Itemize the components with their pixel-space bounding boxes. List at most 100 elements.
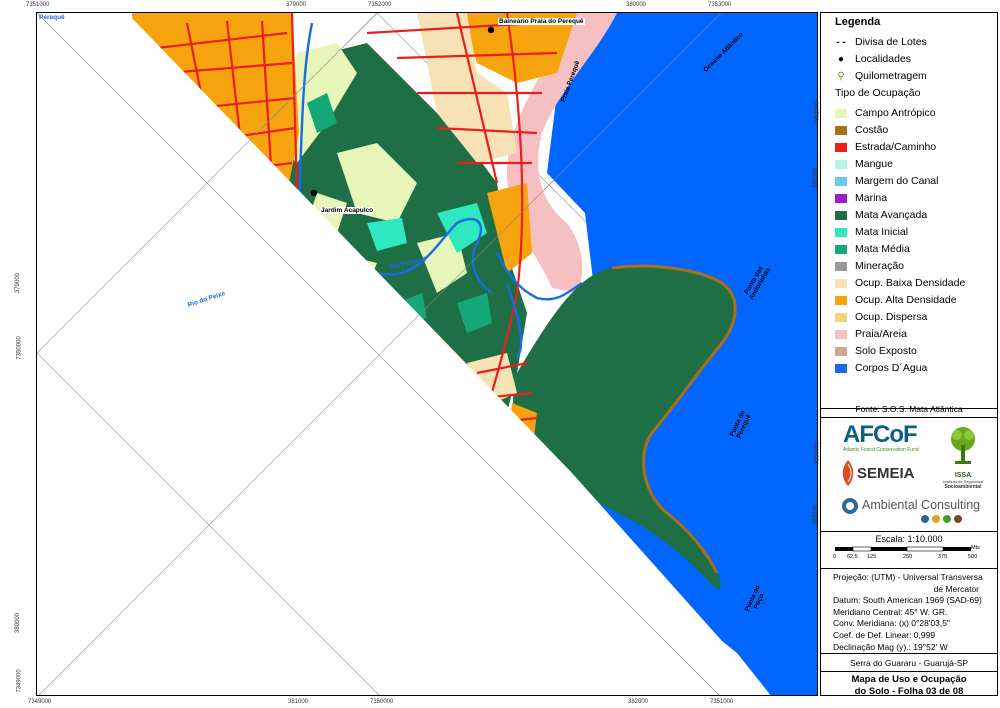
tick-left-3: 380000	[15, 612, 22, 634]
tick-top-5: 7353000	[708, 2, 732, 8]
tick-right-2: 381000	[813, 167, 820, 189]
semeia-logo: SEMEIA	[841, 460, 915, 486]
tick-left-2: 7350000	[16, 336, 23, 360]
tick-bottom-3: 7350000	[370, 699, 394, 705]
scale-tick: 500	[968, 554, 978, 560]
label-jardim-acapulco: Jardim Acapulco	[320, 207, 375, 214]
scale-tick: 125	[867, 554, 877, 560]
projection-line: Coef. de Def. Linear: 0,999	[833, 629, 936, 640]
map-frame: Perequê Balneário Praia do Perequê Jardi…	[36, 12, 818, 696]
ambiental-dots	[921, 515, 962, 523]
legend-class-row: Marina	[835, 191, 887, 205]
map-title-line-2: do Solo - Folha 03 de 08	[854, 686, 964, 697]
label-pereque-corner: Perequê	[39, 14, 65, 21]
scale-unit: Mts	[971, 545, 980, 551]
tick-right-4: 382000	[813, 504, 820, 526]
semeia-logo-text: SEMEIA	[857, 464, 915, 482]
legend-class-label: Mata Inicial	[855, 226, 909, 238]
legend-color-swatch	[835, 363, 847, 373]
legend-color-swatch	[835, 193, 847, 203]
projection-info: Projeção: (UTM) - Universal Transversa d…	[833, 572, 995, 653]
projection-line: Conv. Meridiana: (x) 0°28'03,5"	[833, 618, 951, 629]
legend-symbol-lot-boundary: - - Divisa de Lotes	[835, 35, 927, 49]
legend-class-label: Corpos D´Agua	[855, 362, 928, 374]
legend-class-row: Costão	[835, 123, 888, 137]
legend-class-label: Campo Antrópico	[855, 107, 936, 119]
scale-label: Escala: 1:10.000	[875, 534, 943, 544]
legend-class-row: Praia/Areia	[835, 327, 907, 341]
legend-color-swatch	[835, 125, 847, 135]
legend-class-label: Estrada/Caminho	[855, 141, 937, 153]
mileage-marker-icon: ⚲	[837, 70, 845, 82]
legend-color-swatch	[835, 312, 847, 322]
legend-class-label: Ocup. Alta Densidade	[855, 294, 957, 306]
legend-class-row: Mata Inicial	[835, 225, 908, 239]
ambiental-drop-icon	[842, 498, 858, 514]
dot-icon	[921, 515, 929, 523]
legend-class-row: Ocup. Alta Densidade	[835, 293, 957, 307]
legend-title: Legenda	[835, 16, 881, 28]
tick-top-1: 7351000	[26, 2, 50, 8]
legend-color-swatch	[835, 295, 847, 305]
dot-icon	[954, 515, 962, 523]
issa-logo: ISSA Instituto de Segurança Socioambient…	[937, 425, 989, 490]
scale-tick: 375	[938, 554, 948, 560]
projection-line: Datum: South American 1969 (SAD-69)	[833, 595, 982, 606]
scale-tick: 62,5	[847, 554, 858, 560]
legend-class-label: Mineração	[855, 260, 905, 272]
legend-class-label: Ocup. Baixa Densidade	[855, 277, 966, 289]
legend-class-row: Estrada/Caminho	[835, 140, 936, 154]
locality-dot-jardim-acapulco	[310, 189, 318, 197]
projection-line: de Mercator	[933, 583, 979, 594]
legend-class-row: Mineração	[835, 259, 904, 273]
legend-color-swatch	[835, 261, 847, 271]
legend-symbol-label: Quilometragem	[855, 70, 927, 82]
legend-class-label: Praia/Areia	[855, 328, 907, 340]
projection-line: Meridiano Central: 45° W. GR.	[833, 606, 948, 617]
legend-class-row: Margem do Canal	[835, 174, 938, 188]
legend-color-swatch	[835, 227, 847, 237]
legend-symbol-label: Divisa de Lotes	[855, 36, 927, 48]
locality-dot-balneario	[487, 26, 495, 34]
legend-class-label: Ocup. Dispersa	[855, 311, 928, 323]
tick-bottom-1: 7349000	[28, 699, 52, 705]
legend-color-swatch	[835, 210, 847, 220]
scale-bar	[835, 546, 971, 552]
legend-color-swatch	[835, 142, 847, 152]
legend-class-label: Margem do Canal	[855, 175, 939, 187]
tick-top-2: 379000	[286, 2, 307, 8]
legend-class-label: Mangue	[855, 158, 893, 170]
legend-class-label: Costão	[855, 124, 889, 136]
legend-occupation-heading: Tipo de Ocupação	[835, 87, 921, 99]
tick-bottom-4: 382000	[628, 699, 649, 705]
legend-class-label: Marina	[855, 192, 888, 204]
legend-symbol-localities: ● Localidades	[835, 52, 911, 66]
dot-icon	[932, 515, 940, 523]
location-label: Serra do Guararu - Guarujá-SP	[849, 658, 969, 668]
semeia-leaf-icon	[842, 460, 854, 486]
legend-class-row: Ocup. Baixa Densidade	[835, 276, 965, 290]
tick-left-1: 379000	[15, 272, 22, 294]
legend-color-swatch	[835, 159, 847, 169]
dashed-line-icon: - -	[836, 36, 846, 48]
legend-color-swatch	[835, 346, 847, 356]
legend-class-row: Mata Avançada	[835, 208, 927, 222]
locality-dot-icon: ●	[837, 53, 845, 65]
legend-color-swatch	[835, 176, 847, 186]
issa-logo-text: ISSA	[954, 472, 972, 479]
legend-symbol-label: Localidades	[855, 53, 912, 65]
legend-class-label: Solo Exposto	[855, 345, 917, 357]
legend-class-row: Mata Média	[835, 242, 910, 256]
legend-class-row: Mangue	[835, 157, 893, 171]
legend-class-row: Solo Exposto	[835, 344, 917, 358]
legend-class-row: Campo Antrópico	[835, 106, 936, 120]
legend-class-label: Mata Avançada	[855, 209, 928, 221]
tick-left-4: 7349000	[16, 669, 23, 693]
dot-icon	[943, 515, 951, 523]
legend-color-swatch	[835, 108, 847, 118]
land-use-map	[37, 13, 817, 695]
map-title-line-1: Mapa de Uso e Ocupação	[851, 674, 967, 685]
legend-color-swatch	[835, 278, 847, 288]
scale-tick: 0	[833, 554, 837, 560]
legend-source: Fonte: S.O.S. Mata Atlântica	[855, 404, 963, 414]
